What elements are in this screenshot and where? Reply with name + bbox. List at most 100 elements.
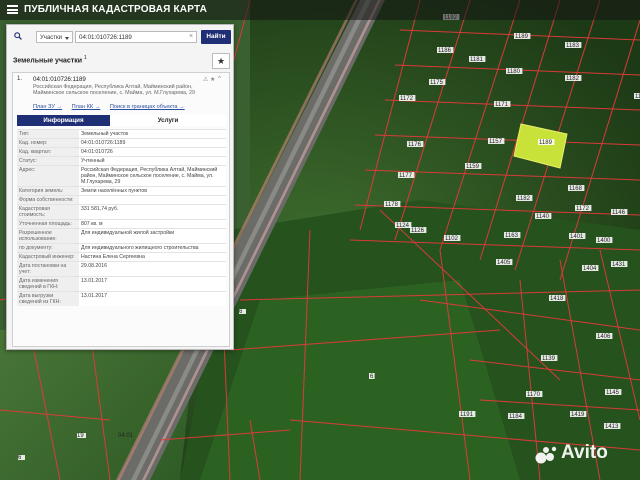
parcel-label[interactable]: 1159: [466, 164, 480, 170]
info-value: 04:01:010726:1189: [79, 138, 226, 148]
menu-icon[interactable]: [7, 5, 18, 14]
parcel-label[interactable]: 1401: [570, 234, 584, 240]
search-in-bounds-link[interactable]: Поиск в границах объекта →: [110, 104, 185, 110]
info-value: Учтенный: [79, 156, 226, 166]
star-icon[interactable]: ★: [210, 76, 215, 83]
search-input[interactable]: 04:01:010726:1189: [75, 31, 197, 43]
plan-kk-link[interactable]: План КК →: [72, 104, 101, 110]
info-key: Кадастровая стоимость:: [17, 204, 79, 220]
results-title-text: Земельные участки: [13, 57, 83, 65]
find-button[interactable]: Найти: [201, 30, 231, 44]
info-key: Разрешенное использование:: [17, 228, 79, 244]
favorites-button[interactable]: ★: [212, 53, 230, 69]
parcel-label[interactable]: 1145: [606, 390, 620, 396]
parcel-label[interactable]: 1184: [509, 414, 523, 420]
parcel-label[interactable]: 1431: [612, 262, 626, 268]
search-icon[interactable]: [14, 32, 22, 40]
parcel-label[interactable]: 1404: [583, 266, 597, 272]
parcel-label[interactable]: 1180: [507, 69, 521, 75]
info-key: Адрес:: [17, 165, 79, 187]
info-value: 29.08.2016: [79, 261, 226, 277]
info-value: Земельный участок: [79, 129, 226, 139]
tabs: Информация Услуги: [17, 115, 226, 126]
parcel-label[interactable]: 1178: [385, 202, 399, 208]
info-row: Форма собственности:: [17, 195, 226, 205]
parcel-label[interactable]: 1177: [399, 173, 413, 179]
parcel-label[interactable]: 1183: [566, 43, 580, 49]
parcel-label[interactable]: 1400: [597, 238, 611, 244]
info-key: Дата изменения сведений в ГКН:: [17, 276, 79, 292]
info-key: Дата постановки на учет:: [17, 261, 79, 277]
parcel-label[interactable]: 1406: [597, 334, 611, 340]
results-count: 1: [83, 55, 87, 61]
info-row: Дата постановки на учет: 29.08.2016: [17, 261, 226, 277]
info-value: [79, 195, 226, 205]
parcel-label[interactable]: 1146: [612, 210, 626, 216]
info-row: Категория земель: Земли населённых пункто…: [17, 186, 226, 196]
parcel-label[interactable]: 1182: [566, 76, 580, 82]
info-row: Дата выгрузки сведений из ГКН: 13.01.2017: [17, 291, 226, 306]
clear-icon[interactable]: ×: [189, 31, 197, 43]
parcel-label[interactable]: 1139: [542, 356, 556, 362]
cadastral-number[interactable]: 04:01:010726:1189: [33, 76, 86, 83]
info-row: Адрес: Российская Федерация, Республика А…: [17, 165, 226, 187]
search-panel: Участки 04:01:010726:1189 × Найти Земель…: [6, 24, 234, 350]
info-key: Кад. номер:: [17, 138, 79, 148]
plan-zu-link[interactable]: План ЗУ →: [33, 104, 62, 110]
tab-information[interactable]: Информация: [17, 115, 110, 126]
parcel-label[interactable]: 1140: [536, 214, 550, 220]
parcel-label[interactable]: 1413: [605, 424, 619, 430]
avito-wordmark: Avito: [561, 442, 608, 463]
parcel-label[interactable]: 1419: [571, 412, 585, 418]
info-row: Кад. номер: 04:01:010726:1189: [17, 138, 226, 148]
info-row: по документу: Для индивидуального жилищно…: [17, 243, 226, 253]
parcel-label[interactable]: 1157: [489, 139, 503, 145]
top-bar: ПУБЛИЧНАЯ КАДАСТРОВАЯ КАРТА: [0, 0, 640, 20]
parcel-label[interactable]: 1175: [430, 80, 444, 86]
info-row: Уточненная площадь: 807 кв. м: [17, 219, 226, 229]
warning-icon[interactable]: ⚠: [203, 76, 208, 83]
parcel-label[interactable]: 1170: [527, 392, 541, 398]
chevron-down-icon: [65, 37, 69, 40]
parcel-label[interactable]: 1186: [438, 48, 452, 54]
parcel-label[interactable]: 1181: [470, 57, 484, 63]
parcel-label[interactable]: 1189: [539, 140, 553, 146]
parcel-label[interactable]: 1124: [396, 223, 410, 229]
search-row: Участки 04:01:010726:1189 × Найти: [11, 29, 231, 45]
info-value: Российская Федерация, Республика Алтай, …: [79, 165, 226, 187]
results-title: Земельные участки 1: [13, 55, 87, 64]
info-row: Разрешенное использование: Для индивидуал…: [17, 228, 226, 244]
info-row: Дата изменения сведений в ГКН: 13.01.2017: [17, 276, 226, 292]
parcel-label[interactable]: 1418: [550, 296, 564, 302]
parcel-label[interactable]: 1126: [411, 228, 425, 234]
info-row: Кадастровый инженер: Настина Елена Сергее…: [17, 252, 226, 262]
info-row: Кад. квартал: 04:01:010726: [17, 147, 226, 157]
object-type-label: Участки: [40, 35, 62, 41]
info-table: Тип: Земельный участок Кад. номер: 04:01:01…: [17, 129, 226, 306]
result-links: План ЗУ → План КК → Поиск в границах объ…: [33, 104, 193, 110]
info-value: 331 581,74 руб.: [79, 204, 226, 220]
parcel-label[interactable]: 1182: [517, 196, 531, 202]
info-value: Настина Елена Сергеевна: [79, 252, 226, 262]
object-type-select[interactable]: Участки: [36, 31, 73, 43]
parcel-label[interactable]: 1158: [635, 94, 640, 100]
info-value: Для индивидуальной жилой застройки: [79, 228, 226, 244]
info-value: 807 кв. м: [79, 219, 226, 229]
parcel-label[interactable]: 1102: [445, 236, 459, 242]
parcel-label[interactable]: 1189: [515, 34, 529, 40]
tab-services[interactable]: Услуги: [110, 115, 226, 126]
parcel-label[interactable]: 1168: [569, 186, 583, 192]
parcel-label[interactable]: 1172: [400, 96, 414, 102]
parcel-label[interactable]: 1171: [495, 102, 509, 108]
result-index: 1.: [17, 76, 23, 82]
parcel-label[interactable]: 1172: [576, 206, 590, 212]
parcel-label[interactable]: 1176: [408, 142, 422, 148]
info-key: Дата выгрузки сведений из ГКН:: [17, 291, 79, 306]
parcel-label[interactable]: 1163: [505, 233, 519, 239]
parcel-label[interactable]: 1405: [497, 260, 511, 266]
info-key: Кадастровый инженер:: [17, 252, 79, 262]
info-key: Статус:: [17, 156, 79, 166]
collapse-icon[interactable]: ^: [218, 76, 221, 82]
info-key: по документу:: [17, 243, 79, 253]
parcel-label[interactable]: 1191: [460, 412, 474, 418]
